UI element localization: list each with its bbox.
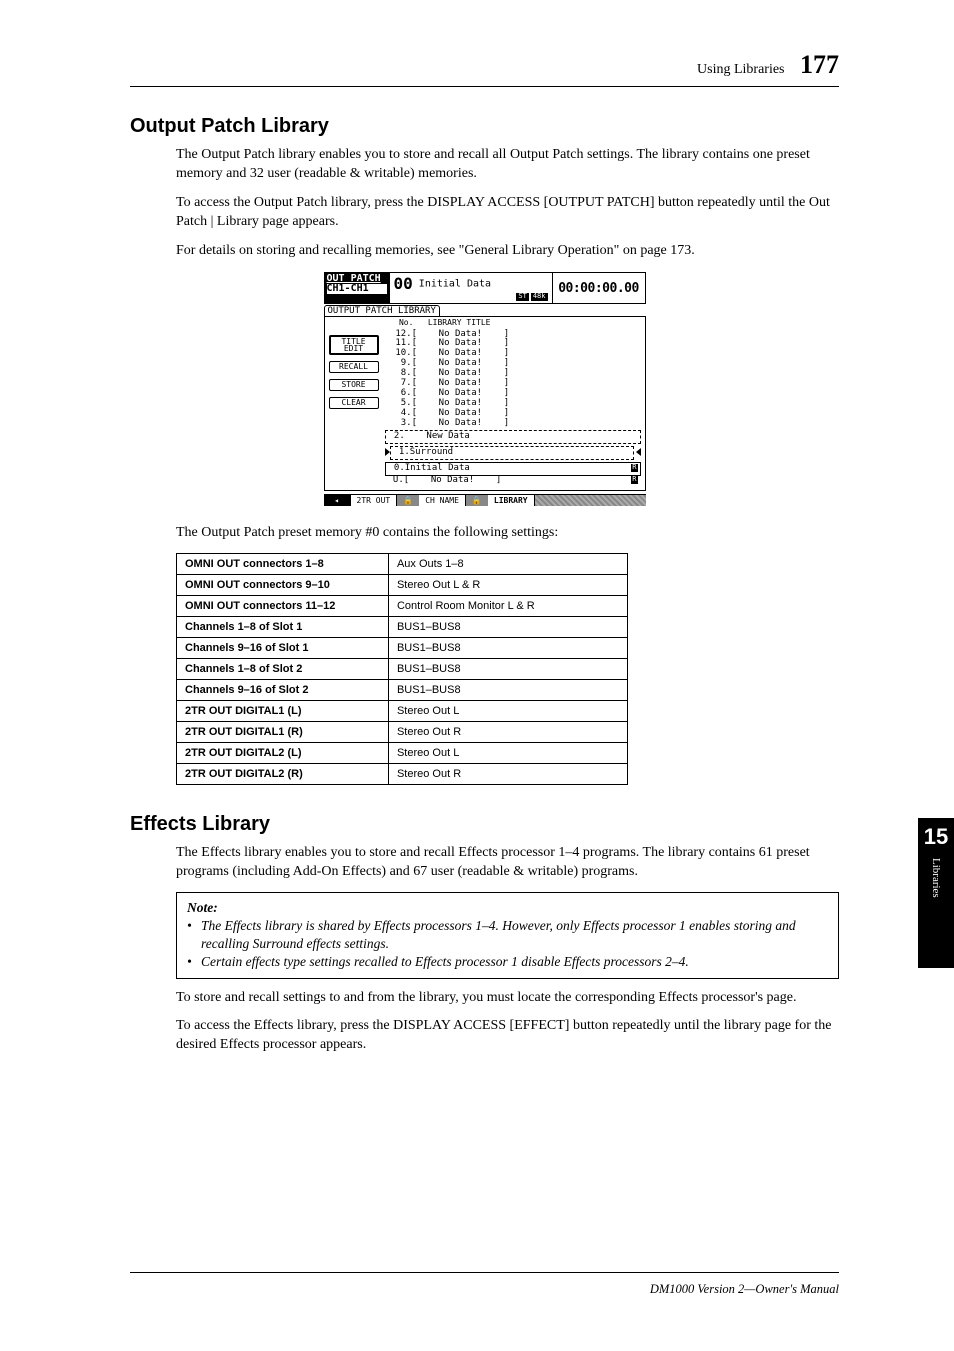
chapter-side-tab: 15 Libraries [918, 818, 954, 968]
setting-value: BUS1–BUS8 [388, 637, 627, 658]
table-row: Channels 1–8 of Slot 1BUS1–BUS8 [177, 616, 628, 637]
table-row: 2TR OUT DIGITAL1 (L)Stereo Out L [177, 700, 628, 721]
page-number: 177 [800, 50, 839, 79]
note-title: Note: [187, 899, 828, 917]
tab-scroll-left[interactable]: ◂ [324, 495, 351, 506]
note-box: Note: •The Effects library is shared by … [176, 892, 839, 979]
table-row: Channels 9–16 of Slot 1BUS1–BUS8 [177, 637, 628, 658]
heading-output-patch-library: Output Patch Library [130, 115, 839, 138]
list-item-new[interactable]: 2. New Data [385, 430, 641, 444]
setting-value: BUS1–BUS8 [388, 679, 627, 700]
table-row: OMNI OUT connectors 11–12Control Room Mo… [177, 595, 628, 616]
page-header: Using Libraries 177 [130, 50, 839, 86]
tab-library[interactable]: LIBRARY [488, 495, 535, 506]
timecode-display: 00:00:00.00 [552, 273, 645, 302]
paragraph: For details on storing and recalling mem… [176, 242, 839, 261]
note-item: Certain effects type settings recalled t… [201, 953, 689, 971]
table-row: OMNI OUT connectors 1–8Aux Outs 1–8 [177, 553, 628, 574]
patch-title: Initial Data [419, 279, 491, 290]
paragraph: To access the Output Patch library, pres… [176, 194, 839, 232]
heading-effects-library: Effects Library [130, 813, 839, 836]
list-item-initial[interactable]: 0.Initial Data R [385, 462, 641, 476]
stereo-badge: ST [516, 293, 528, 301]
library-tab: OUTPUT PATCH LIBRARY [324, 305, 440, 316]
paragraph: The Output Patch library enables you to … [176, 146, 839, 184]
setting-name: Channels 9–16 of Slot 1 [177, 637, 389, 658]
store-button[interactable]: STORE [329, 379, 379, 391]
meter-level: 00 [394, 274, 413, 293]
table-row: 2TR OUT DIGITAL2 (R)Stereo Out R [177, 763, 628, 784]
tab-ch-name[interactable]: CH NAME [419, 495, 466, 506]
list-item[interactable]: 3.[ No Data! ] [385, 419, 641, 429]
setting-name: OMNI OUT connectors 1–8 [177, 553, 389, 574]
setting-name: 2TR OUT DIGITAL1 (R) [177, 721, 389, 742]
paragraph: To store and recall settings to and from… [176, 989, 839, 1008]
library-screenshot: OUT PATCH CH1-CH1 00 Initial Data ST 48k… [324, 272, 646, 506]
chapter-number: 15 [918, 826, 954, 848]
setting-value: Stereo Out R [388, 763, 627, 784]
table-row: 2TR OUT DIGITAL2 (L)Stereo Out L [177, 742, 628, 763]
table-row: Channels 1–8 of Slot 2BUS1–BUS8 [177, 658, 628, 679]
table-row: OMNI OUT connectors 9–10Stereo Out L & R [177, 574, 628, 595]
footer-rule [130, 1272, 839, 1273]
setting-value: Aux Outs 1–8 [388, 553, 627, 574]
paragraph: To access the Effects library, press the… [176, 1017, 839, 1055]
setting-name: 2TR OUT DIGITAL1 (L) [177, 700, 389, 721]
tab-filler [535, 495, 646, 506]
title-edit-button[interactable]: TITLE EDIT [329, 335, 379, 355]
setting-value: Stereo Out L & R [388, 574, 627, 595]
samplerate-badge: 48k [531, 293, 548, 301]
tab-2tr-out[interactable]: 2TR OUT [351, 495, 398, 506]
table-row: Channels 9–16 of Slot 2BUS1–BUS8 [177, 679, 628, 700]
setting-value: Control Room Monitor L & R [388, 595, 627, 616]
setting-value: BUS1–BUS8 [388, 658, 627, 679]
setting-name: 2TR OUT DIGITAL2 (R) [177, 763, 389, 784]
setting-value: Stereo Out R [388, 721, 627, 742]
setting-name: Channels 1–8 of Slot 2 [177, 658, 389, 679]
setting-name: OMNI OUT connectors 11–12 [177, 595, 389, 616]
lock-icon: 🔒 [466, 495, 488, 506]
setting-name: Channels 9–16 of Slot 2 [177, 679, 389, 700]
screen-mode-label: OUT PATCH CH1-CH1 [325, 273, 390, 302]
lock-icon: 🔒 [397, 495, 419, 506]
list-item-selected[interactable]: 1.Surround [390, 446, 634, 460]
readonly-badge: R [631, 464, 637, 472]
setting-value: Stereo Out L [388, 742, 627, 763]
readonly-badge: R [631, 476, 637, 484]
selection-pointer-left-icon [636, 448, 641, 456]
paragraph: The Output Patch preset memory #0 contai… [176, 524, 839, 543]
list-item-user[interactable]: U.[ No Data! ] R [385, 476, 641, 486]
list-header: No. LIBRARY TITLE [385, 319, 641, 328]
note-item: The Effects library is shared by Effects… [201, 917, 828, 953]
screen-title-area: 00 Initial Data ST 48k [390, 273, 552, 302]
preset-settings-table: OMNI OUT connectors 1–8Aux Outs 1–8OMNI … [176, 553, 628, 785]
footer-text: DM1000 Version 2—Owner's Manual [650, 1282, 839, 1297]
recall-button[interactable]: RECALL [329, 361, 379, 373]
table-row: 2TR OUT DIGITAL1 (R)Stereo Out R [177, 721, 628, 742]
chapter-label: Libraries [930, 858, 942, 898]
setting-name: OMNI OUT connectors 9–10 [177, 574, 389, 595]
section-name: Using Libraries [697, 62, 784, 77]
paragraph: The Effects library enables you to store… [176, 844, 839, 882]
setting-value: BUS1–BUS8 [388, 616, 627, 637]
setting-name: 2TR OUT DIGITAL2 (L) [177, 742, 389, 763]
setting-name: Channels 1–8 of Slot 1 [177, 616, 389, 637]
setting-value: Stereo Out L [388, 700, 627, 721]
clear-button[interactable]: CLEAR [329, 397, 379, 409]
